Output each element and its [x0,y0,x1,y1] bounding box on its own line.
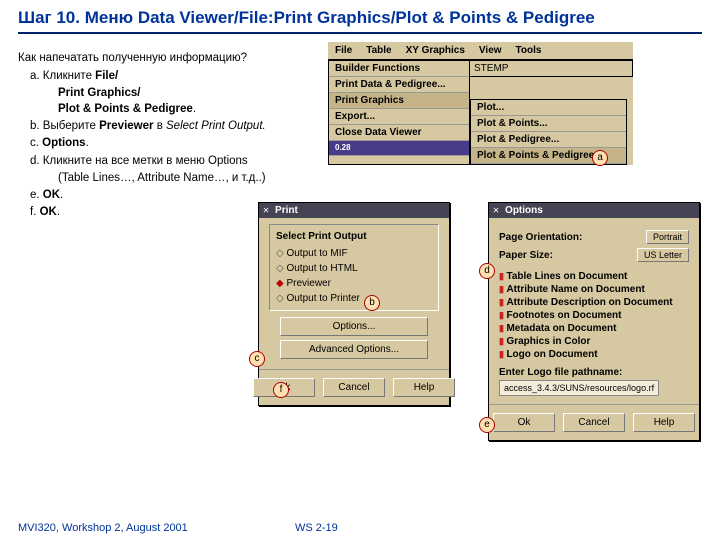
menubar: FileTableXY GraphicsViewTools [328,42,633,60]
print-dialog: ✕ Print Select Print Output Output to MI… [258,202,450,406]
ck-logo[interactable]: Logo on Document [499,348,689,361]
opt-mif[interactable]: Output to MIF [276,246,432,261]
instruction-text: Как напечатать полученную информацию? a.… [18,44,298,504]
ck-table-lines[interactable]: Table Lines on Document [499,270,689,283]
help-button[interactable]: Help [393,378,455,397]
file-menu: Builder Functions Print Data & Pedigree.… [328,60,470,165]
ck-attr-name[interactable]: Attribute Name on Document [499,283,689,296]
tag-d: d [479,263,495,279]
tag-a: a [592,150,608,166]
cancel-button[interactable]: Cancel [563,413,625,432]
adv-options-button[interactable]: Advanced Options... [280,340,428,359]
options-dialog: ✕ Options Page Orientation:Portrait Pape… [488,202,700,441]
logo-path-field[interactable]: access_3.4.3/SUNS/resources/logo.rf [499,380,659,396]
select-print-output: Select Print Output Output to MIF Output… [269,224,439,311]
cancel-button[interactable]: Cancel [323,378,385,397]
tag-b: b [364,295,380,311]
ck-attr-desc[interactable]: Attribute Description on Document [499,296,689,309]
footer: MVI320, Workshop 2, August 2001 WS 2-19 [18,522,702,534]
ok-button[interactable]: Ok [493,413,555,432]
ck-metadata[interactable]: Metadata on Document [499,322,689,335]
ck-footnotes[interactable]: Footnotes on Document [499,309,689,322]
options-button[interactable]: Options... [280,317,428,336]
opt-previewer[interactable]: Previewer [276,276,432,291]
opt-html[interactable]: Output to HTML [276,261,432,276]
tag-f: f [273,382,289,398]
title-rule [18,32,702,34]
tag-e: e [479,417,495,433]
ck-graphics-color[interactable]: Graphics in Color [499,335,689,348]
page-title: Шаг 10. Меню Data Viewer/File:Print Grap… [0,0,720,32]
menu-screenshot: FileTableXY GraphicsViewTools Builder Fu… [328,42,633,165]
tag-c: c [249,351,265,367]
help-button[interactable]: Help [633,413,695,432]
opt-printer[interactable]: Output to Printer [276,291,432,306]
